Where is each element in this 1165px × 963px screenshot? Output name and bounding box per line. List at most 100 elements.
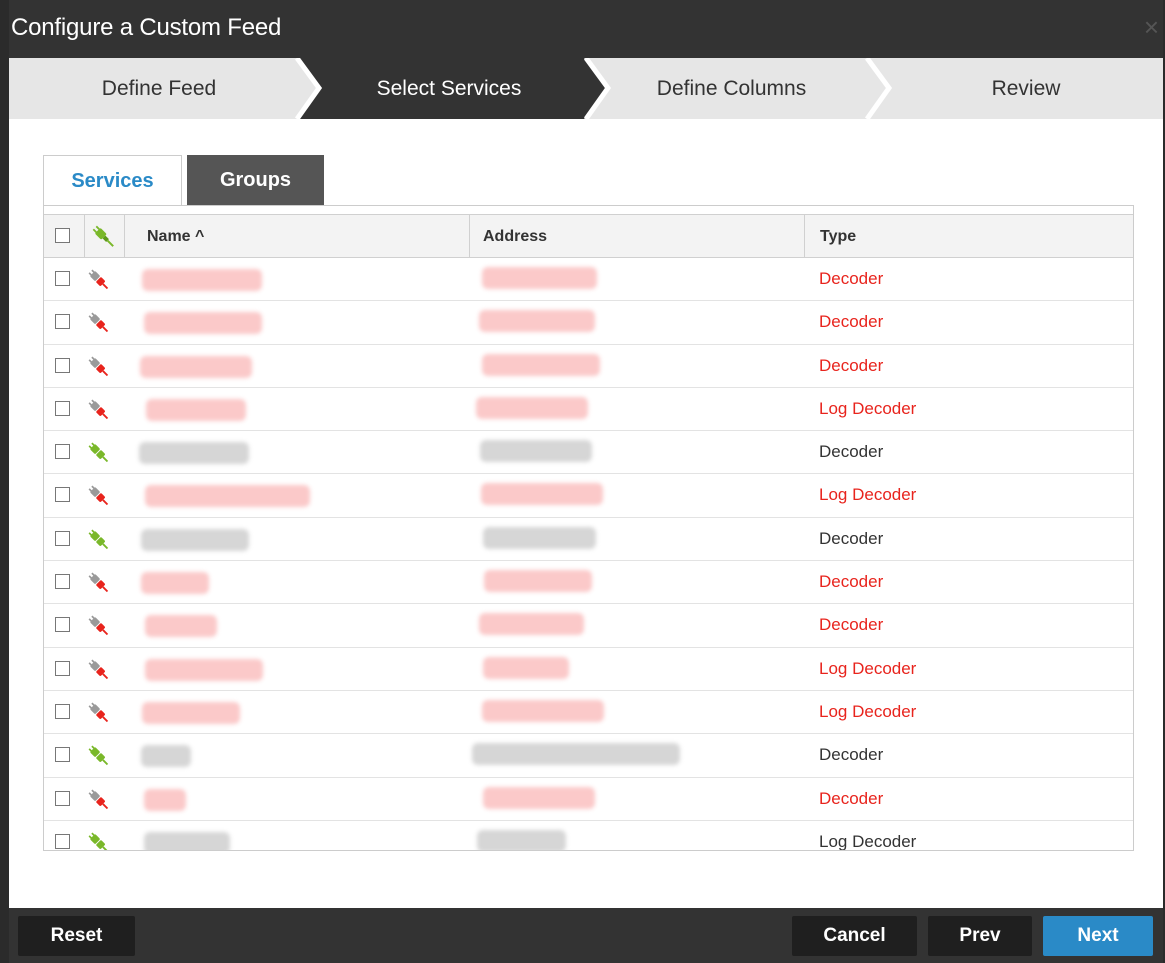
disconnected-plug-icon xyxy=(88,356,109,376)
wizard-steps: Define Feed Select Services Define Colum… xyxy=(9,58,1163,119)
table-row[interactable]: Decoder xyxy=(44,778,1133,821)
service-type-label: Decoder xyxy=(819,572,884,592)
close-icon[interactable]: × xyxy=(1144,12,1159,43)
type-cell: Decoder xyxy=(819,734,883,776)
disconnected-plug-icon xyxy=(88,486,109,506)
redacted-address xyxy=(476,396,588,419)
connected-plug-icon xyxy=(88,745,109,766)
cancel-button[interactable]: Cancel xyxy=(792,916,917,956)
row-checkbox[interactable] xyxy=(55,703,70,719)
header-status-cell xyxy=(84,215,124,258)
redacted-address xyxy=(482,699,604,722)
type-cell: Decoder xyxy=(819,301,883,343)
wizard-step-define-feed[interactable]: Define Feed xyxy=(9,58,309,119)
row-checkbox[interactable] xyxy=(55,574,70,590)
redacted-name xyxy=(144,831,230,850)
table-row[interactable]: Decoder xyxy=(44,734,1133,778)
type-cell: Log Decoder xyxy=(819,691,916,733)
column-name-label: Name ^ xyxy=(147,227,205,245)
service-type-label: Decoder xyxy=(819,788,884,808)
table-row[interactable]: Decoder xyxy=(44,345,1133,388)
column-header-name[interactable]: Name ^ xyxy=(124,215,469,258)
row-checkbox[interactable] xyxy=(55,487,70,503)
wizard-step-define-columns[interactable]: Define Columns xyxy=(594,58,869,119)
disconnected-plug-icon xyxy=(88,789,109,809)
table-body: Decoder Decoder Decoder Log Decoder Decoder L… xyxy=(44,258,1133,851)
table-row[interactable]: Log Decoder xyxy=(44,821,1133,851)
reset-button[interactable]: Reset xyxy=(18,916,135,956)
column-header-type[interactable]: Type xyxy=(804,215,1133,258)
service-type-label: Decoder xyxy=(819,528,884,548)
redacted-address xyxy=(472,743,680,766)
dialog-footer: Reset Cancel Prev Next xyxy=(9,908,1163,963)
disconnected-plug-icon xyxy=(88,659,109,679)
type-cell: Decoder xyxy=(819,604,883,646)
table-row[interactable]: Decoder xyxy=(44,518,1133,562)
table-header: Name ^ Address Type xyxy=(44,214,1133,258)
connected-plug-icon xyxy=(92,225,114,247)
connected-plug-icon xyxy=(88,442,109,463)
connected-plug-icon xyxy=(88,832,109,850)
service-type-label: Decoder xyxy=(819,269,884,288)
dialog-titlebar: Configure a Custom Feed × xyxy=(9,0,1163,58)
redacted-name xyxy=(140,355,252,378)
row-checkbox[interactable] xyxy=(55,747,70,763)
service-type-label: Log Decoder xyxy=(819,701,917,721)
row-checkbox[interactable] xyxy=(55,790,70,806)
row-checkbox[interactable] xyxy=(55,271,70,286)
table-row[interactable]: Decoder xyxy=(44,258,1133,302)
table-row[interactable]: Decoder xyxy=(44,431,1133,475)
row-checkbox[interactable] xyxy=(55,660,70,676)
service-type-label: Log Decoder xyxy=(819,398,917,418)
type-cell: Log Decoder xyxy=(819,388,916,430)
row-checkbox[interactable] xyxy=(55,314,70,330)
row-checkbox[interactable] xyxy=(55,400,70,416)
type-cell: Log Decoder xyxy=(819,821,917,851)
column-header-address[interactable]: Address xyxy=(469,215,804,258)
type-cell: Decoder xyxy=(819,518,883,560)
service-type-label: Log Decoder xyxy=(819,831,917,851)
redacted-name xyxy=(146,398,246,421)
redacted-address xyxy=(482,267,597,289)
wizard-step-select-services[interactable]: Select Services xyxy=(309,58,589,119)
tab-services[interactable]: Services xyxy=(43,155,182,206)
wizard-step-review[interactable]: Review xyxy=(889,58,1163,119)
column-address-label: Address xyxy=(483,227,548,245)
next-button[interactable]: Next xyxy=(1043,916,1153,956)
row-checkbox[interactable] xyxy=(55,617,70,633)
row-checkbox[interactable] xyxy=(55,357,70,373)
redacted-name xyxy=(142,701,240,724)
redacted-name xyxy=(145,615,217,638)
row-checkbox[interactable] xyxy=(55,530,70,546)
type-cell: Decoder xyxy=(819,431,883,473)
redacted-address xyxy=(483,786,595,809)
disconnected-plug-icon xyxy=(88,615,109,636)
table-row[interactable]: Log Decoder xyxy=(44,648,1133,691)
redacted-name xyxy=(144,312,262,335)
type-cell: Log Decoder xyxy=(819,474,916,516)
configure-custom-feed-dialog: Configure a Custom Feed × Define Feed Se… xyxy=(0,0,1165,963)
redacted-name xyxy=(141,528,249,551)
type-cell: Decoder xyxy=(819,345,883,387)
redacted-address xyxy=(483,526,596,549)
dialog-title: Configure a Custom Feed xyxy=(11,14,282,41)
tab-groups[interactable]: Groups xyxy=(187,155,324,205)
redacted-address xyxy=(483,656,569,679)
disconnected-plug-icon xyxy=(88,702,109,723)
disconnected-plug-icon xyxy=(88,399,109,420)
redacted-name xyxy=(145,485,310,508)
table-row[interactable]: Log Decoder xyxy=(44,388,1133,432)
table-row[interactable]: Log Decoder xyxy=(44,474,1133,518)
select-all-checkbox[interactable] xyxy=(55,228,70,243)
redacted-name xyxy=(141,745,191,768)
service-type-label: Decoder xyxy=(819,312,884,332)
row-checkbox[interactable] xyxy=(55,833,70,849)
table-row[interactable]: Decoder xyxy=(44,561,1133,605)
table-row[interactable]: Log Decoder xyxy=(44,691,1133,735)
row-checkbox[interactable] xyxy=(55,444,70,460)
table-row[interactable]: Decoder xyxy=(44,301,1133,345)
table-row[interactable]: Decoder xyxy=(44,604,1133,648)
prev-button[interactable]: Prev xyxy=(928,916,1032,956)
redacted-address xyxy=(482,353,600,376)
type-cell: Decoder xyxy=(819,778,883,820)
